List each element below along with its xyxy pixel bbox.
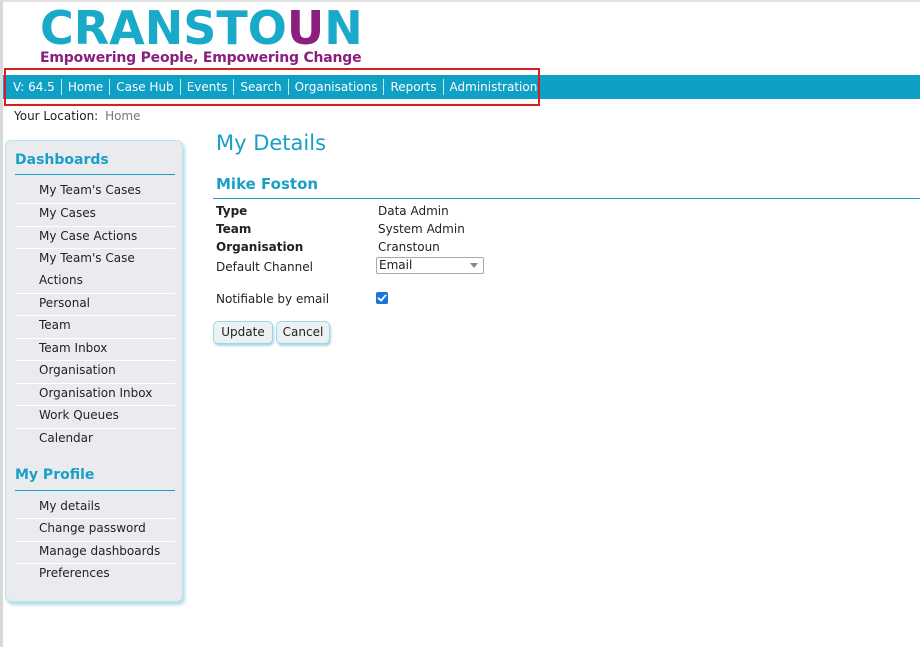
sidebar-item-my-details[interactable]: My details bbox=[15, 497, 175, 519]
sidebar-item-calendar[interactable]: Calendar bbox=[15, 429, 175, 451]
type-value: Data Admin bbox=[378, 204, 449, 218]
my-profile-list: My details Change password Manage dashbo… bbox=[15, 497, 175, 586]
my-profile-divider bbox=[15, 490, 175, 491]
sidebar-item-my-teams-case-actions-cont[interactable]: Actions bbox=[15, 271, 175, 294]
sidebar-item-my-cases[interactable]: My Cases bbox=[15, 204, 175, 227]
my-profile-heading: My Profile bbox=[15, 467, 95, 483]
breadcrumb-label: Your Location: bbox=[14, 109, 99, 123]
nav-events[interactable]: Events bbox=[179, 79, 234, 95]
sidebar-item-personal[interactable]: Personal bbox=[15, 294, 175, 316]
sidebar-item-my-case-actions[interactable]: My Case Actions bbox=[15, 227, 175, 249]
notifiable-by-email-checkbox[interactable] bbox=[376, 292, 388, 304]
dashboards-heading: Dashboards bbox=[15, 152, 109, 168]
type-label: Type bbox=[216, 204, 248, 218]
sidebar-item-organisation-inbox[interactable]: Organisation Inbox bbox=[15, 384, 175, 406]
notifiable-by-email-label: Notifiable by email bbox=[216, 292, 330, 306]
chevron-down-icon bbox=[470, 263, 478, 268]
logo-wordmark: CRANSTOUN bbox=[40, 1, 363, 55]
dashboards-list: My Team's Cases My Cases My Case Actions… bbox=[15, 182, 175, 451]
page-title: My Details bbox=[216, 131, 327, 155]
user-name-heading: Mike Foston bbox=[216, 175, 319, 193]
version-label: V: 64.5 bbox=[13, 80, 55, 94]
nav-reports[interactable]: Reports bbox=[383, 79, 442, 95]
cancel-button[interactable]: Cancel bbox=[276, 321, 330, 344]
team-label: Team bbox=[216, 222, 252, 236]
breadcrumb-home-link[interactable]: Home bbox=[105, 109, 140, 123]
breadcrumb: Your Location: Home bbox=[14, 109, 141, 123]
default-channel-select[interactable]: Email bbox=[376, 257, 484, 274]
nav-case-hub[interactable]: Case Hub bbox=[109, 79, 179, 95]
cranstoun-logo[interactable]: CRANSTOUN Empowering People, Empowering … bbox=[40, 1, 363, 70]
nav-search[interactable]: Search bbox=[233, 79, 287, 95]
nav-administration[interactable]: Administration bbox=[442, 79, 544, 95]
nav-organisations[interactable]: Organisations bbox=[287, 79, 384, 95]
team-value: System Admin bbox=[378, 222, 465, 236]
sidebar-item-work-queues[interactable]: Work Queues bbox=[15, 406, 175, 429]
update-button[interactable]: Update bbox=[213, 321, 273, 344]
dashboards-divider bbox=[15, 174, 175, 175]
sidebar-item-preferences[interactable]: Preferences bbox=[15, 564, 175, 586]
sidebar-item-manage-dashboards[interactable]: Manage dashboards bbox=[15, 542, 175, 564]
user-heading-divider bbox=[213, 198, 920, 199]
default-channel-label: Default Channel bbox=[216, 260, 313, 274]
default-channel-selected-value: Email bbox=[379, 258, 413, 272]
sidebar-item-organisation[interactable]: Organisation bbox=[15, 361, 175, 384]
sidebar-item-team-inbox[interactable]: Team Inbox bbox=[15, 339, 175, 361]
sidebar-item-change-password[interactable]: Change password bbox=[15, 519, 175, 542]
sidebar: Dashboards My Team's Cases My Cases My C… bbox=[5, 140, 183, 602]
checkmark-icon bbox=[377, 294, 387, 302]
sidebar-item-team[interactable]: Team bbox=[15, 316, 175, 339]
organisation-value: Cranstoun bbox=[378, 240, 440, 254]
main-nav-bar: V: 64.5 Home Case Hub Events Search Orga… bbox=[3, 75, 920, 99]
logo-tagline: Empowering People, Empowering Change bbox=[40, 50, 362, 66]
sidebar-item-my-teams-cases[interactable]: My Team's Cases bbox=[15, 182, 175, 204]
nav-home[interactable]: Home bbox=[60, 79, 109, 95]
organisation-label: Organisation bbox=[216, 240, 304, 254]
sidebar-item-my-teams-case-actions[interactable]: My Team's Case bbox=[15, 249, 175, 271]
